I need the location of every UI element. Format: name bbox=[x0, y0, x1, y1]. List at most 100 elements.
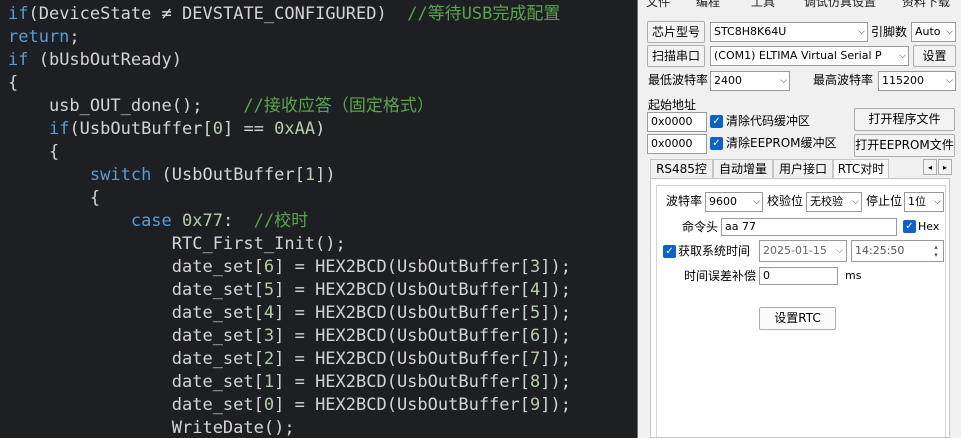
menu-tools[interactable]: 工具 bbox=[751, 0, 775, 9]
programmer-panel: 文件 编程 工具 调试仿真设置 资料下载 芯片型号 STC8H8K64U ⌵ 引脚… bbox=[637, 0, 961, 438]
tab-bar: RS485控制 自动增量 用户接口 RTC对时 ◂ ▸ bbox=[650, 159, 952, 195]
code-text: ]); bbox=[540, 395, 571, 415]
code-text: ]); bbox=[540, 303, 571, 323]
code-number: 3 bbox=[263, 326, 275, 346]
code-text: ] = HEX2BCD(UsbOutBuffer[ bbox=[274, 372, 530, 392]
checkbox-clear-eeprom[interactable]: ✓ bbox=[710, 137, 723, 150]
max-baud-select[interactable]: 115200 ⌵ bbox=[878, 71, 956, 91]
chevron-down-icon: ⌵ bbox=[946, 27, 953, 37]
code-number: 4 bbox=[530, 280, 541, 300]
chevron-down-icon: ⌵ bbox=[780, 76, 787, 86]
time-offset-unit: ms bbox=[845, 269, 862, 282]
chip-model-select[interactable]: STC8H8K64U ⌵ bbox=[710, 22, 868, 42]
code-keyword: if bbox=[48, 119, 70, 139]
rtc-stop-label: 停止位 bbox=[866, 194, 903, 208]
code-text: date_set[ bbox=[8, 349, 264, 369]
code-text: { bbox=[8, 142, 60, 162]
code-text: ; bbox=[69, 27, 80, 47]
code-line: date_set[3] = HEX2BCD(UsbOutBuffer[6]); bbox=[8, 325, 571, 348]
code-number: 9 bbox=[530, 395, 541, 415]
hex-label: Hex bbox=[918, 220, 940, 233]
code-line: if(DeviceState ≠ DEVSTATE_CONFIGURED) //… bbox=[8, 3, 571, 26]
chevron-down-icon: ⌵ bbox=[852, 197, 859, 207]
rtc-baud-label: 波特率 bbox=[666, 194, 703, 208]
code-keyword: if bbox=[8, 50, 29, 70]
rtc-baud-select[interactable]: 9600 ⌵ bbox=[705, 192, 763, 212]
code-line: usb_OUT_done(); //接收应答（固定格式） bbox=[8, 95, 571, 118]
code-number: 5 bbox=[263, 280, 275, 300]
rtc-parity-label: 校验位 bbox=[767, 194, 804, 208]
open-eeprom-button[interactable]: 打开EEPROM文件 bbox=[854, 134, 955, 157]
code-line: date_set[0] = HEX2BCD(UsbOutBuffer[9]); bbox=[8, 394, 571, 417]
code-text: date_set[ bbox=[8, 303, 264, 323]
code-text: ]); bbox=[540, 280, 571, 300]
code-text: (DeviceState bbox=[28, 4, 162, 24]
date-picker[interactable]: 2025-01-15 ⌵ bbox=[759, 240, 847, 262]
code-text: date_set[ bbox=[8, 257, 264, 277]
port-settings-button[interactable]: 设置 bbox=[913, 45, 956, 67]
time-offset-label: 时间误差补偿 bbox=[684, 269, 757, 283]
time-picker[interactable]: 14:25:50 ▴ ▾ bbox=[851, 240, 944, 262]
code-line: { bbox=[8, 72, 571, 95]
code-line: if(UsbOutBuffer[0] == 0xAA) bbox=[8, 118, 571, 141]
code-text: ) bbox=[315, 119, 326, 139]
code-text: date_set[ bbox=[8, 280, 264, 300]
serial-port-select[interactable]: (COM1) ELTIMA Virtual Serial P ⌵ bbox=[710, 46, 909, 66]
pin-count-label: 引脚数 bbox=[871, 25, 908, 39]
rtc-parity-select[interactable]: 无校验 ⌵ bbox=[806, 192, 862, 212]
menu-file[interactable]: 文件 bbox=[646, 0, 670, 9]
code-text: { bbox=[8, 188, 101, 208]
code-comment: //接收应答（固定格式） bbox=[243, 96, 434, 116]
set-rtc-button[interactable]: 设置RTC bbox=[759, 307, 836, 330]
checkbox-hex[interactable]: ✓ bbox=[903, 220, 916, 233]
rtc-stop-select[interactable]: 1位 ⌵ bbox=[904, 192, 944, 212]
code-text: ]) bbox=[315, 165, 336, 185]
system-time-label: 获取系统时间 bbox=[678, 244, 751, 258]
tab-scroll-left-icon[interactable]: ◂ bbox=[923, 159, 937, 175]
menu-program[interactable]: 编程 bbox=[696, 0, 720, 9]
code-lines: if(DeviceState ≠ DEVSTATE_CONFIGURED) //… bbox=[8, 3, 571, 438]
code-text: RTC_First_Init(); bbox=[8, 234, 346, 254]
code-line: { bbox=[8, 141, 571, 164]
code-line: date_set[6] = HEX2BCD(UsbOutBuffer[3]); bbox=[8, 256, 571, 279]
eeprom-address-input[interactable]: 0x0000 bbox=[647, 134, 707, 154]
code-number: 6 bbox=[530, 326, 541, 346]
min-baud-select[interactable]: 2400 ⌵ bbox=[710, 71, 790, 91]
code-text: ] = HEX2BCD(UsbOutBuffer[ bbox=[274, 326, 530, 346]
code-number: 0 bbox=[263, 395, 275, 415]
pin-count-select[interactable]: Auto ⌵ bbox=[911, 22, 956, 42]
code-address-input[interactable]: 0x0000 bbox=[647, 112, 707, 132]
code-editor[interactable]: if(DeviceState ≠ DEVSTATE_CONFIGURED) //… bbox=[0, 0, 637, 438]
code-text: ] == bbox=[222, 119, 275, 139]
min-baud-label: 最低波特率 bbox=[648, 73, 709, 87]
open-program-button[interactable]: 打开程序文件 bbox=[854, 108, 955, 131]
code-comment: //校时 bbox=[253, 211, 309, 231]
code-text: ] = HEX2BCD(UsbOutBuffer[ bbox=[274, 303, 530, 323]
code-number: 1 bbox=[304, 165, 316, 185]
cmd-header-input[interactable]: aa 77 bbox=[721, 218, 897, 236]
scan-port-button[interactable]: 扫描串口 bbox=[647, 45, 705, 67]
time-spinner-icon[interactable]: ▴ ▾ bbox=[931, 243, 941, 259]
clear-eeprom-label: 清除EEPROM缓冲区 bbox=[726, 136, 837, 150]
tab-rs485[interactable]: RS485控制 bbox=[650, 159, 713, 195]
code-text: WriteDate(); bbox=[8, 418, 295, 438]
checkbox-system-time[interactable]: ✓ bbox=[663, 245, 676, 258]
code-text: ] = HEX2BCD(UsbOutBuffer[ bbox=[274, 280, 530, 300]
code-line: return; bbox=[8, 26, 571, 49]
checkbox-clear-code[interactable]: ✓ bbox=[710, 115, 723, 128]
code-text: DEVSTATE_CONFIGURED) bbox=[171, 4, 408, 24]
tab-rtc-sync[interactable]: RTC对时 bbox=[833, 159, 889, 178]
code-text: : bbox=[222, 211, 254, 231]
tab-scroll-right-icon[interactable]: ▸ bbox=[938, 159, 952, 175]
code-keyword: return bbox=[8, 27, 70, 47]
menu-downloads[interactable]: 资料下载 bbox=[902, 0, 950, 9]
tab-user-interface[interactable]: 用户接口 bbox=[773, 159, 833, 178]
code-keyword: switch bbox=[89, 165, 152, 185]
clear-code-label: 清除代码缓冲区 bbox=[726, 114, 811, 128]
time-offset-input[interactable]: 0 bbox=[759, 267, 838, 285]
tab-auto-increment[interactable]: 自动增量 bbox=[713, 159, 773, 178]
code-line: date_set[4] = HEX2BCD(UsbOutBuffer[5]); bbox=[8, 302, 571, 325]
chip-model-label: 芯片型号 bbox=[647, 21, 705, 43]
menu-debug-settings[interactable]: 调试仿真设置 bbox=[804, 0, 876, 9]
